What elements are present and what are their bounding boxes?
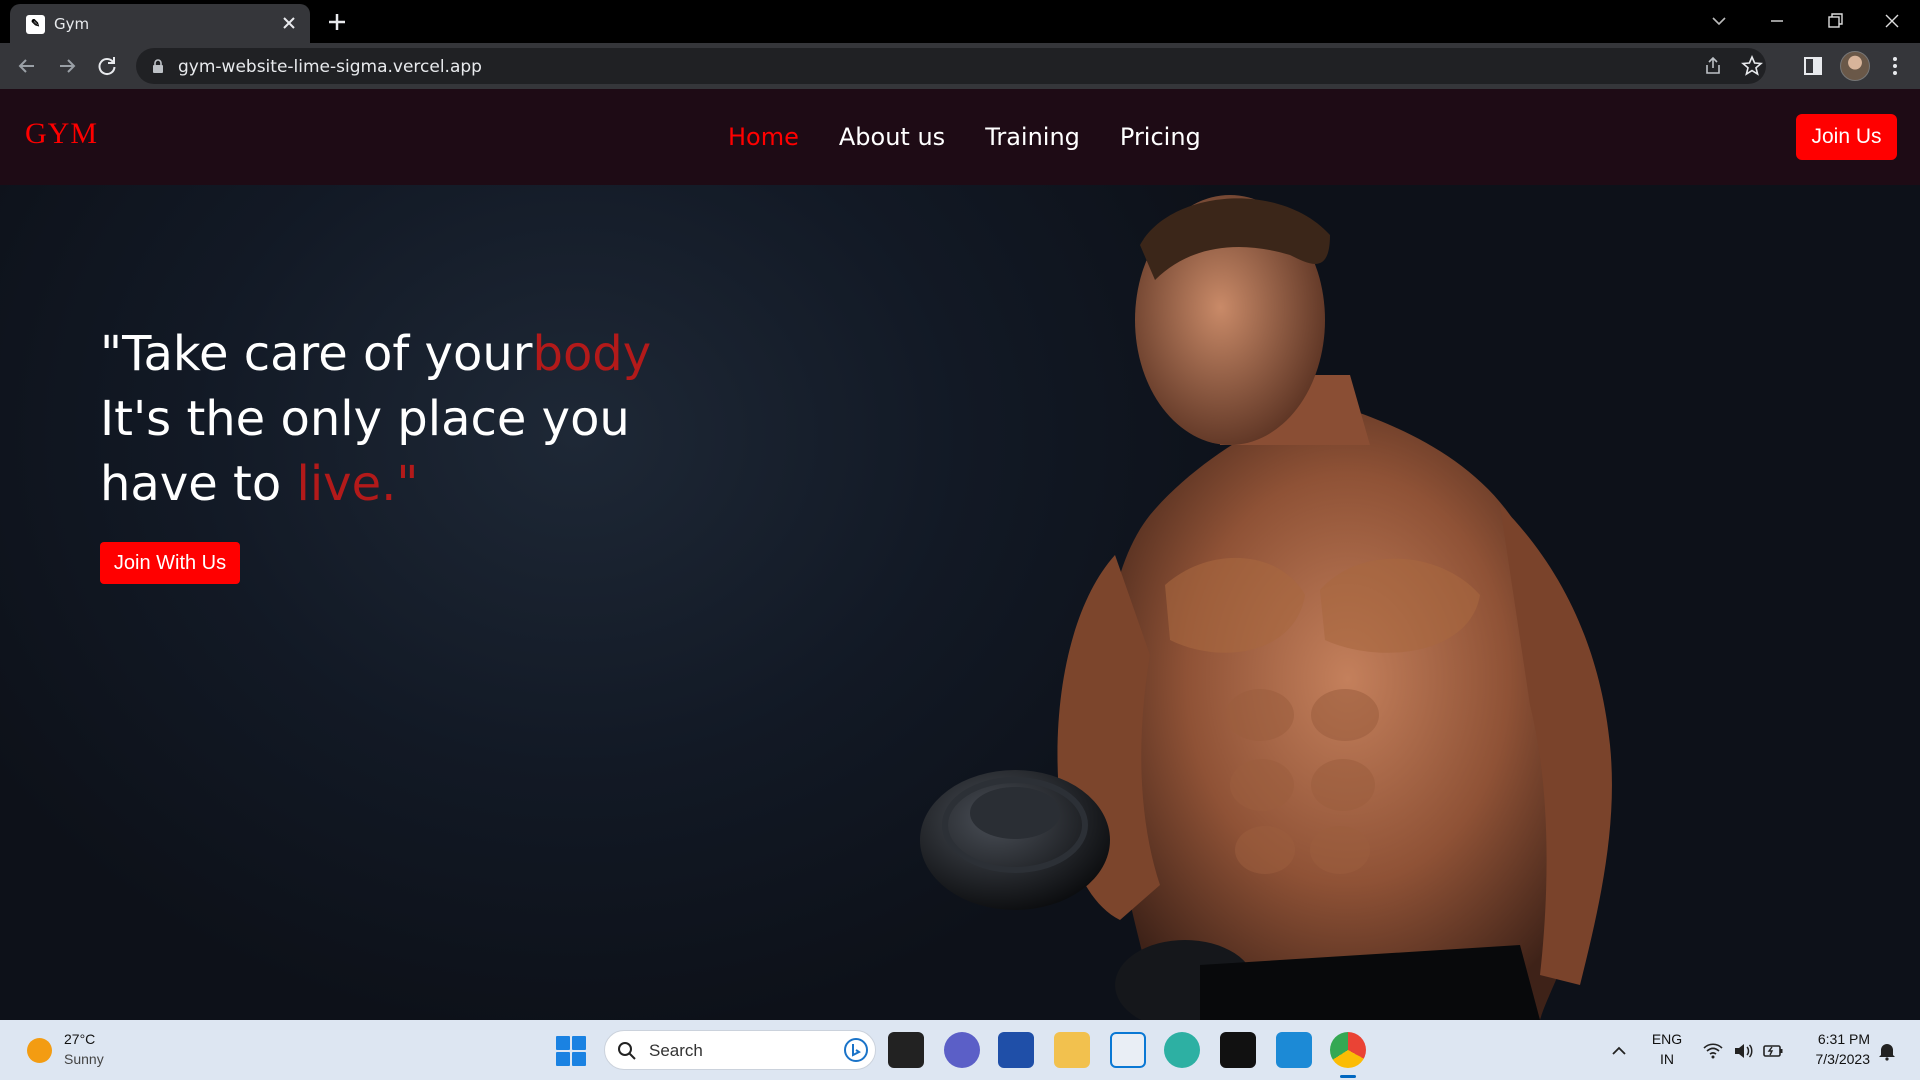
hero-section: "Take care of yourbody It's the only pla… xyxy=(0,185,1920,1020)
edge-browser-icon[interactable] xyxy=(1164,1032,1200,1068)
sun-icon[interactable] xyxy=(27,1038,52,1063)
hero-line2: It's the only place you xyxy=(100,391,630,447)
browser-toolbar: gym-website-lime-sigma.vercel.app xyxy=(0,43,1920,89)
site-navbar: GYM Home About us Training Pricing Join … xyxy=(0,89,1920,185)
hero-line1: "Take care of your xyxy=(100,326,533,382)
share-icon[interactable] xyxy=(1703,55,1725,77)
address-bar[interactable]: gym-website-lime-sigma.vercel.app xyxy=(136,48,1766,84)
wifi-icon[interactable] xyxy=(1702,1040,1724,1062)
windows-start-icon[interactable] xyxy=(556,1036,586,1066)
restore-icon[interactable] xyxy=(1820,6,1850,36)
browser-tab[interactable]: ✎ Gym xyxy=(10,4,310,43)
microsoft-store-icon[interactable] xyxy=(998,1032,1034,1068)
language-line1[interactable]: ENG xyxy=(1650,1031,1684,1047)
search-placeholder: Search xyxy=(649,1041,703,1060)
task-view-icon[interactable] xyxy=(888,1032,924,1068)
creative-app-icon[interactable] xyxy=(1220,1032,1256,1068)
taskbar-search[interactable]: Search xyxy=(604,1030,876,1070)
hero-accent-live: live." xyxy=(296,456,419,512)
reload-icon[interactable] xyxy=(94,53,120,79)
forward-icon[interactable] xyxy=(54,53,80,79)
athlete-image xyxy=(920,195,1612,1020)
clock-time[interactable]: 6:31 PM xyxy=(1800,1031,1870,1047)
nav-pricing[interactable]: Pricing xyxy=(1120,123,1201,151)
close-window-icon[interactable] xyxy=(1877,6,1907,36)
nav-training[interactable]: Training xyxy=(985,123,1080,151)
nav-about-us[interactable]: About us xyxy=(839,123,945,151)
teams-chat-icon[interactable] xyxy=(944,1032,980,1068)
hero-line3: have to xyxy=(100,456,297,512)
volume-icon[interactable] xyxy=(1732,1040,1754,1062)
clock-date[interactable]: 7/3/2023 xyxy=(1800,1051,1871,1067)
vscode-icon[interactable] xyxy=(1276,1032,1312,1068)
more-menu-icon[interactable] xyxy=(1882,53,1908,79)
nav-links: Home About us Training Pricing xyxy=(728,123,1201,151)
nav-home[interactable]: Home xyxy=(728,123,799,151)
lock-icon[interactable] xyxy=(152,59,164,73)
url-text: gym-website-lime-sigma.vercel.app xyxy=(178,57,482,77)
battery-icon[interactable] xyxy=(1762,1040,1784,1062)
taskbar: 27°C Sunny Search ENG IN 6:31 PM 7/3/202… xyxy=(0,1020,1920,1080)
side-panel-icon[interactable] xyxy=(1800,53,1826,79)
profile-avatar[interactable] xyxy=(1840,51,1870,81)
chrome-icon[interactable] xyxy=(1330,1032,1366,1068)
join-with-us-button[interactable]: Join With Us xyxy=(100,542,240,584)
close-tab-icon[interactable] xyxy=(278,12,300,34)
chevron-up-icon[interactable] xyxy=(1608,1040,1630,1062)
back-icon[interactable] xyxy=(14,53,40,79)
tab-search-icon[interactable] xyxy=(1704,6,1734,36)
minimize-icon[interactable] xyxy=(1762,6,1792,36)
join-us-button[interactable]: Join Us xyxy=(1796,114,1897,160)
active-app-indicator xyxy=(1340,1075,1356,1078)
notification-bell-icon[interactable] xyxy=(1876,1040,1898,1062)
file-explorer-icon[interactable] xyxy=(1054,1032,1090,1068)
browser-tab-strip: ✎ Gym xyxy=(0,0,1920,43)
hero-accent-body: body xyxy=(532,326,652,382)
hero-quote: "Take care of yourbody It's the only pla… xyxy=(100,322,660,517)
site-logo[interactable]: GYM xyxy=(25,117,98,151)
bing-icon[interactable] xyxy=(843,1037,869,1063)
weather-condition[interactable]: Sunny xyxy=(64,1051,104,1067)
weather-temperature[interactable]: 27°C xyxy=(64,1031,95,1047)
search-icon xyxy=(618,1042,636,1060)
tab-title: Gym xyxy=(54,15,90,33)
website-viewport: GYM Home About us Training Pricing Join … xyxy=(0,89,1920,1020)
favicon-icon: ✎ xyxy=(26,15,45,34)
language-line2[interactable]: IN xyxy=(1650,1051,1684,1067)
photos-app-icon[interactable] xyxy=(1110,1032,1146,1068)
new-tab-icon[interactable] xyxy=(324,9,350,35)
bookmark-star-icon[interactable] xyxy=(1741,55,1763,77)
